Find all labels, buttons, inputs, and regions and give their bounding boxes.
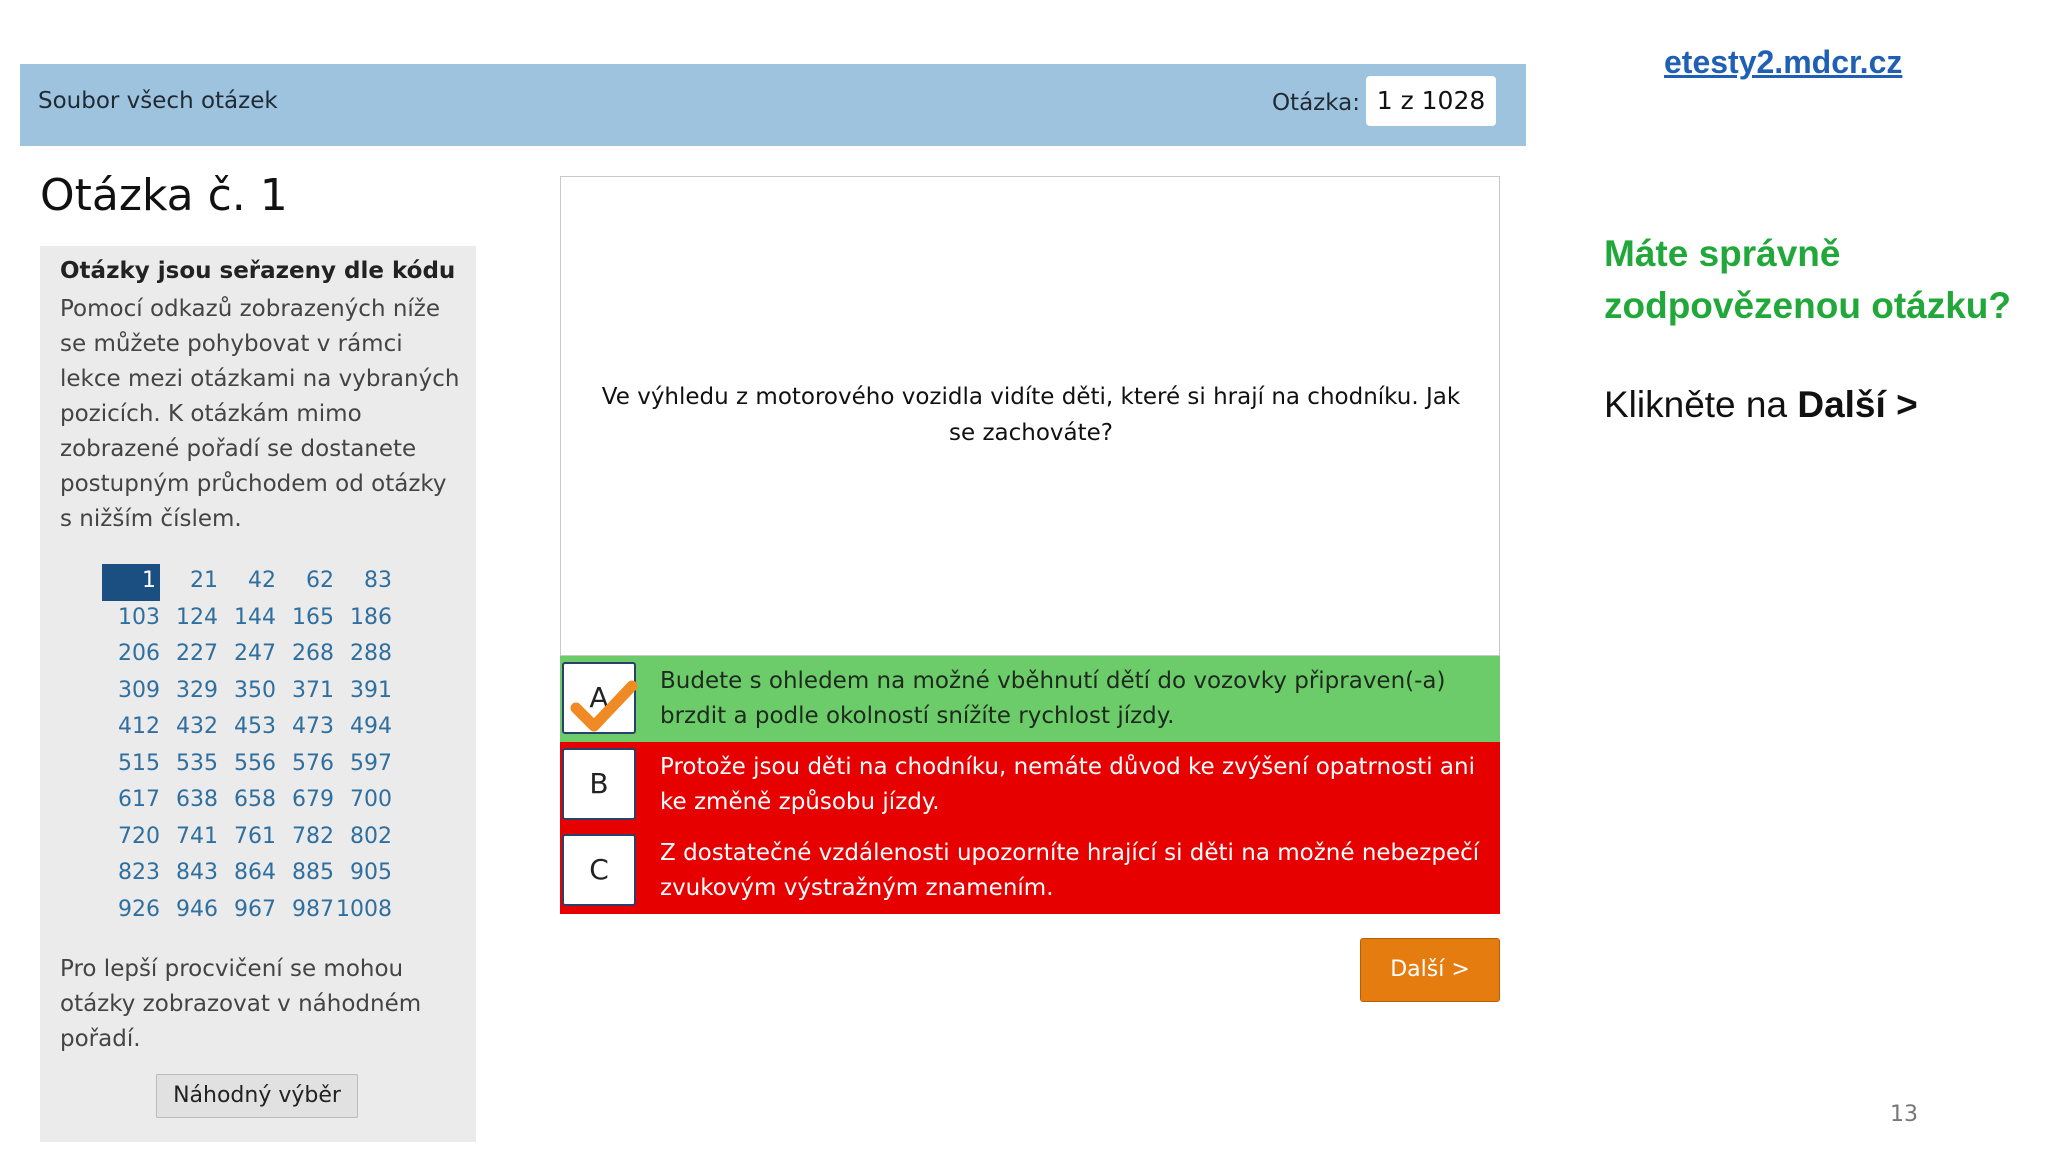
question-text: Ve výhledu z motorového vozidla vidíte d… (601, 384, 1461, 446)
question-link[interactable]: 864 (218, 856, 276, 893)
question-link[interactable]: 1008 (334, 893, 392, 930)
answer-text-b: Protože jsou děti na chodníku, nemáte dů… (660, 754, 1475, 815)
question-link[interactable]: 926 (102, 893, 160, 930)
question-link[interactable]: 617 (102, 783, 160, 820)
question-link[interactable]: 638 (160, 783, 218, 820)
question-link[interactable]: 658 (218, 783, 276, 820)
question-link[interactable]: 42 (218, 564, 276, 601)
question-panel: Ve výhledu z motorového vozidla vidíte d… (560, 176, 1500, 656)
question-number-row: 309 329 350 371 391 (102, 674, 412, 711)
question-link[interactable]: 967 (218, 893, 276, 930)
question-link[interactable]: 843 (160, 856, 218, 893)
sidebar-intro: Pomocí odkazů zobrazených níže se můžete… (60, 296, 460, 532)
question-link[interactable]: 206 (102, 637, 160, 674)
question-number-row: 617 638 658 679 700 (102, 783, 412, 820)
question-number-row: 103 124 144 165 186 (102, 601, 412, 638)
question-number-row: 926 946 967 987 1008 (102, 893, 412, 930)
question-link[interactable]: 371 (276, 674, 334, 711)
question-link[interactable]: 453 (218, 710, 276, 747)
question-number-grid: 1 21 42 62 83 103 124 144 165 186 206 227 247 268 288 3… (102, 564, 412, 929)
question-link[interactable]: 576 (276, 747, 334, 784)
hint-instruction-bold: Další > (1797, 384, 1918, 425)
question-number-row: 206 227 247 268 288 (102, 637, 412, 674)
hint-question: Máte správně zodpovězenou otázku? (1604, 233, 2011, 326)
question-link[interactable]: 597 (334, 747, 392, 784)
checkmark-icon (570, 680, 638, 732)
answer-text-c: Z dostatečné vzdálenosti upozorníte hraj… (660, 840, 1480, 901)
random-selection-button[interactable]: Náhodný výběr (156, 1074, 358, 1118)
question-link[interactable]: 823 (102, 856, 160, 893)
question-link[interactable]: 700 (334, 783, 392, 820)
question-link[interactable]: 494 (334, 710, 392, 747)
top-bar: Soubor všech otázek Otázka: 1 z 1028 (20, 64, 1526, 146)
question-number-row: 515 535 556 576 597 (102, 747, 412, 784)
question-label: Otázka: (1271, 90, 1360, 116)
slide-page-number: 13 (1890, 1102, 1918, 1127)
question-link[interactable]: 679 (276, 783, 334, 820)
question-link[interactable]: 905 (334, 856, 392, 893)
question-link[interactable]: 227 (160, 637, 218, 674)
question-number-row: 720 741 761 782 802 (102, 820, 412, 857)
question-link[interactable]: 103 (102, 601, 160, 638)
question-link[interactable]: 288 (334, 637, 392, 674)
question-link[interactable]: 741 (160, 820, 218, 857)
sidebar-panel: Otázky jsou seřazeny dle kódu Pomocí odk… (40, 246, 476, 1142)
question-link[interactable]: 432 (160, 710, 218, 747)
question-link[interactable]: 268 (276, 637, 334, 674)
question-link[interactable]: 987 (276, 893, 334, 930)
question-link[interactable]: 802 (334, 820, 392, 857)
answer-letter-b[interactable]: B (562, 748, 636, 820)
next-button[interactable]: Další > (1360, 938, 1500, 1002)
question-link[interactable]: 62 (276, 564, 334, 601)
question-number-row: 412 432 453 473 494 (102, 710, 412, 747)
question-link-active[interactable]: 1 (102, 564, 160, 601)
collection-title: Soubor všech otázek (38, 88, 278, 114)
hint-instruction: Klikněte na Další > (1604, 384, 1918, 426)
question-link[interactable]: 247 (218, 637, 276, 674)
question-number-row: 1 21 42 62 83 (102, 564, 412, 601)
question-link[interactable]: 946 (160, 893, 218, 930)
question-link[interactable]: 535 (160, 747, 218, 784)
question-link[interactable]: 165 (276, 601, 334, 638)
answer-c[interactable]: C Z dostatečné vzdálenosti upozorníte hr… (560, 828, 1500, 914)
hint-instruction-prefix: Klikněte na (1604, 384, 1788, 425)
question-link[interactable]: 556 (218, 747, 276, 784)
question-link[interactable]: 21 (160, 564, 218, 601)
question-link[interactable]: 350 (218, 674, 276, 711)
question-link[interactable]: 473 (276, 710, 334, 747)
question-link[interactable]: 412 (102, 710, 160, 747)
random-order-text: Pro lepší procvičení se mohou otázky zob… (60, 956, 422, 1052)
page-title: Otázka č. 1 (40, 170, 288, 221)
question-link[interactable]: 144 (218, 601, 276, 638)
question-link[interactable]: 329 (160, 674, 218, 711)
question-link[interactable]: 515 (102, 747, 160, 784)
question-counter[interactable]: 1 z 1028 (1366, 76, 1496, 126)
question-link[interactable]: 83 (334, 564, 392, 601)
question-link[interactable]: 124 (160, 601, 218, 638)
answer-a[interactable]: A Budete s ohledem na možné vběhnutí dět… (560, 656, 1500, 742)
question-link[interactable]: 186 (334, 601, 392, 638)
answer-b[interactable]: B Protože jsou děti na chodníku, nemáte … (560, 742, 1500, 828)
answer-letter-c[interactable]: C (562, 834, 636, 906)
question-link[interactable]: 782 (276, 820, 334, 857)
question-link[interactable]: 761 (218, 820, 276, 857)
question-number-row: 823 843 864 885 905 (102, 856, 412, 893)
question-link[interactable]: 885 (276, 856, 334, 893)
question-link[interactable]: 309 (102, 674, 160, 711)
question-link[interactable]: 720 (102, 820, 160, 857)
sidebar-heading: Otázky jsou seřazeny dle kódu (60, 258, 456, 284)
answer-text-a: Budete s ohledem na možné vběhnutí dětí … (660, 668, 1446, 729)
question-link[interactable]: 391 (334, 674, 392, 711)
site-link[interactable]: etesty2.mdcr.cz (1664, 44, 1902, 81)
